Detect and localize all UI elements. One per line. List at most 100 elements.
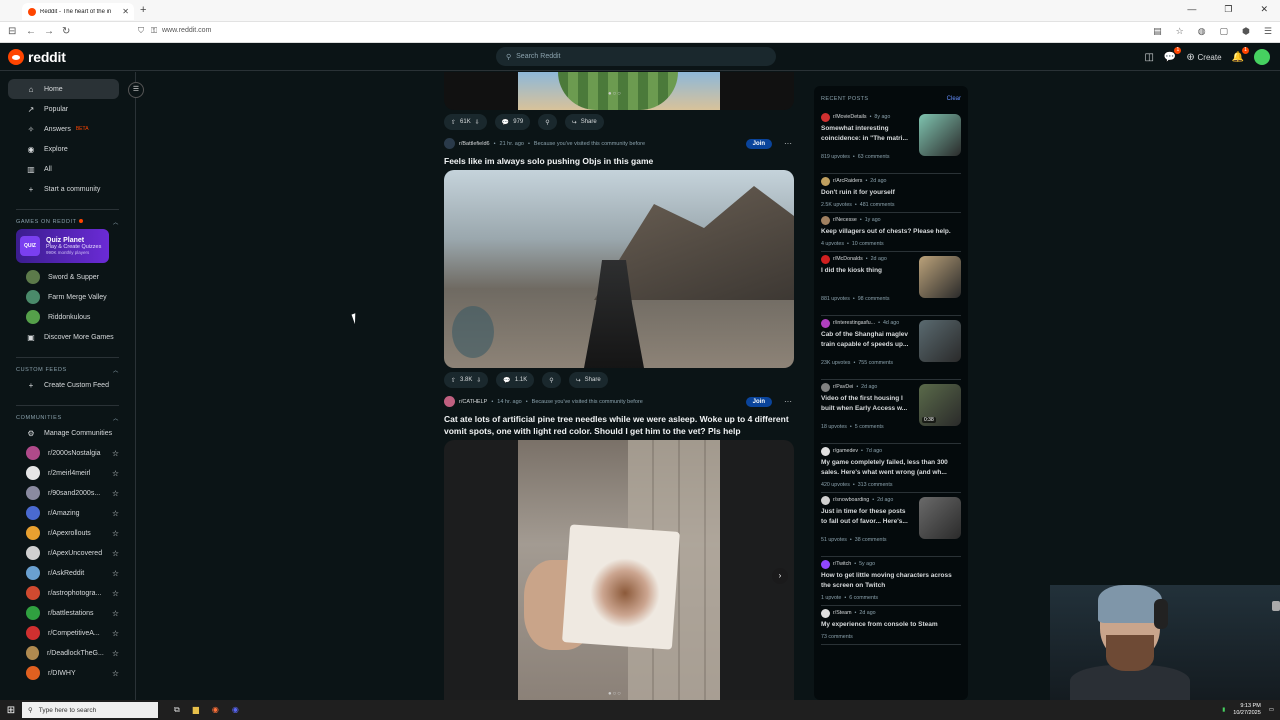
user-avatar[interactable]: [1254, 49, 1270, 65]
recent-post-title[interactable]: Don't ruin it for yourself: [821, 188, 961, 198]
recent-post[interactable]: r/McDonalds • 2d ago I did the kiosk thing 8…: [821, 252, 961, 316]
sidebar-item-all[interactable]: ▥ All: [8, 159, 119, 179]
maximize-icon[interactable]: ❐: [1224, 4, 1232, 15]
downvote-icon[interactable]: ⇩: [476, 377, 481, 384]
more-options-icon[interactable]: ···: [784, 139, 792, 148]
recent-post[interactable]: r/Twitch • 5y ago How to get little moving …: [821, 557, 961, 606]
post-title[interactable]: Cat ate lots of artificial pine tree nee…: [444, 413, 794, 437]
clock[interactable]: 9:13 PM 10/27/2025: [1233, 703, 1261, 717]
game-item[interactable]: Riddonkulous: [8, 307, 119, 327]
community-item[interactable]: r/AskReddit ☆: [8, 563, 119, 583]
post-title[interactable]: Feels like im always solo pushing Objs i…: [444, 155, 794, 167]
task-view-icon[interactable]: ⧉: [174, 705, 180, 715]
sidebar-item-popular[interactable]: ↗ Popular: [8, 99, 119, 119]
upvote-icon[interactable]: ⇧: [451, 377, 456, 384]
clear-button[interactable]: Clear: [947, 96, 961, 110]
community-item[interactable]: r/DIWHY ☆: [8, 663, 119, 683]
recent-post-subreddit[interactable]: r/ArcRaiders: [833, 178, 862, 184]
recent-post-subreddit[interactable]: r/McDonalds: [833, 256, 863, 262]
favorite-star-icon[interactable]: ☆: [112, 569, 119, 578]
close-tab-icon[interactable]: ✕: [122, 7, 129, 16]
chat-icon[interactable]: 💬 1: [1164, 46, 1182, 63]
game-item[interactable]: Farm Merge Valley: [8, 287, 119, 307]
game-item[interactable]: Sword & Supper: [8, 267, 119, 287]
profile-extension-icon[interactable]: ⬢: [1242, 26, 1250, 37]
recent-post-thumbnail[interactable]: [919, 320, 961, 362]
notification-center-icon[interactable]: ▭: [1269, 707, 1274, 713]
quiz-planet-card[interactable]: QUIZ Quiz Planet Play & Create Quizzes 9…: [16, 229, 109, 263]
create-custom-feed[interactable]: + Create Custom Feed: [8, 375, 119, 395]
comments-button[interactable]: 💬 979: [494, 114, 531, 130]
recent-post-subreddit[interactable]: r/PavDei: [833, 384, 853, 390]
favorite-star-icon[interactable]: ☆: [112, 609, 119, 618]
favorite-star-icon[interactable]: ☆: [112, 549, 119, 558]
address-bar[interactable]: www.reddit.com: [162, 27, 211, 34]
recent-post-title[interactable]: My game completely failed, less than 300…: [821, 458, 961, 478]
lock-icon[interactable]: ⚿: [151, 26, 157, 36]
collections-icon[interactable]: ▢: [1220, 26, 1229, 37]
community-item[interactable]: r/ApexUncovered ☆: [8, 543, 119, 563]
communities-header[interactable]: COMMUNITIES ︿: [16, 405, 119, 422]
sidebar-item-explore[interactable]: ◉ Explore: [8, 139, 119, 159]
downvote-icon[interactable]: ⇩: [475, 119, 480, 126]
scrollbar-thumb[interactable]: [1272, 601, 1280, 611]
vote-button[interactable]: ⇧ 61K ⇩: [444, 114, 487, 130]
recent-post[interactable]: r/gamedev • 7d ago My game completely faile…: [821, 444, 961, 493]
games-section-header[interactable]: GAMES ON REDDIT ︿: [16, 209, 119, 226]
more-options-icon[interactable]: ···: [784, 397, 792, 406]
new-tab-button[interactable]: +: [140, 4, 146, 16]
bookmark-star-icon[interactable]: ☆: [1176, 26, 1184, 37]
recent-post-subreddit[interactable]: r/Twitch: [833, 561, 851, 567]
recent-post-title[interactable]: I did the kiosk thing: [821, 266, 913, 276]
recent-post-thumbnail[interactable]: [919, 256, 961, 298]
post-image[interactable]: [444, 170, 794, 368]
recent-post[interactable]: r/MovieDetails • 8y ago Somewhat interestin…: [821, 110, 961, 174]
favorite-star-icon[interactable]: ☆: [112, 589, 119, 598]
reload-icon[interactable]: ↻: [62, 26, 70, 37]
community-item[interactable]: r/CompetitiveA... ☆: [8, 623, 119, 643]
share-button[interactable]: ↪ Share: [568, 372, 608, 388]
favorite-star-icon[interactable]: ☆: [112, 509, 119, 518]
share-button[interactable]: ↪ Share: [564, 114, 604, 130]
windows-start-icon[interactable]: ⊞: [0, 705, 22, 716]
recent-post[interactable]: r/interestingasfu... • 4d ago Cab of the Sh…: [821, 316, 961, 380]
notifications-icon[interactable]: 🔔 1: [1232, 46, 1249, 63]
vote-button[interactable]: ⇧ 3.8K ⇩: [444, 372, 489, 388]
manage-communities[interactable]: ⚙ Manage Communities: [8, 423, 119, 443]
favorite-star-icon[interactable]: ☆: [112, 649, 119, 658]
community-item[interactable]: r/Amazing ☆: [8, 503, 119, 523]
recent-post-title[interactable]: Keep villagers out of chests? Please hel…: [821, 227, 961, 237]
recent-post[interactable]: r/Steam • 2d ago My experience from console…: [821, 606, 961, 645]
favorite-star-icon[interactable]: ☆: [112, 469, 119, 478]
favorite-star-icon[interactable]: ☆: [112, 449, 119, 458]
recent-post-thumbnail[interactable]: [919, 114, 961, 156]
extension-icon[interactable]: ◍: [1198, 26, 1206, 37]
community-item[interactable]: r/DeadlockTheG... ☆: [8, 643, 119, 663]
recent-post-title[interactable]: Video of the first housing I built when …: [821, 394, 913, 414]
firefox-icon[interactable]: ◉: [212, 705, 219, 715]
recent-post-subreddit[interactable]: r/Steam: [833, 610, 852, 616]
recent-post-subreddit[interactable]: r/gamedev: [833, 448, 858, 454]
community-item[interactable]: r/2meirl4meirl ☆: [8, 463, 119, 483]
recent-post-title[interactable]: Cab of the Shanghai maglev train capable…: [821, 330, 913, 350]
recent-post[interactable]: r/ArcRaiders • 2d ago Don't ruin it for you…: [821, 174, 961, 213]
reader-icon[interactable]: ▤: [1153, 26, 1162, 37]
community-item[interactable]: r/Apexrollouts ☆: [8, 523, 119, 543]
sidebar-item-home[interactable]: ⌂ Home: [8, 79, 119, 99]
next-image-button[interactable]: ›: [772, 568, 788, 584]
subreddit-link[interactable]: r/CATHELP: [459, 399, 487, 405]
favorite-star-icon[interactable]: ☆: [112, 489, 119, 498]
community-item[interactable]: r/astrophotogra... ☆: [8, 583, 119, 603]
recent-post[interactable]: r/PavDei • 2d ago Video of the first housin…: [821, 380, 961, 444]
menu-icon[interactable]: ☰: [1264, 26, 1272, 37]
recent-post-subreddit[interactable]: r/snowboarding: [833, 497, 869, 503]
post-image[interactable]: [444, 440, 794, 700]
award-button[interactable]: ⚲: [542, 372, 561, 388]
subreddit-link[interactable]: r/Battlefield6: [459, 141, 490, 147]
recent-post-subreddit[interactable]: r/Necesse: [833, 217, 857, 223]
recent-post-subreddit[interactable]: r/interestingasfu...: [833, 320, 875, 326]
taskbar-search[interactable]: ⚲ Type here to search: [22, 702, 158, 718]
search-input[interactable]: ⚲ Search Reddit: [496, 47, 776, 66]
community-item[interactable]: r/battlestations ☆: [8, 603, 119, 623]
recent-post-title[interactable]: My experience from console to Steam: [821, 620, 961, 630]
